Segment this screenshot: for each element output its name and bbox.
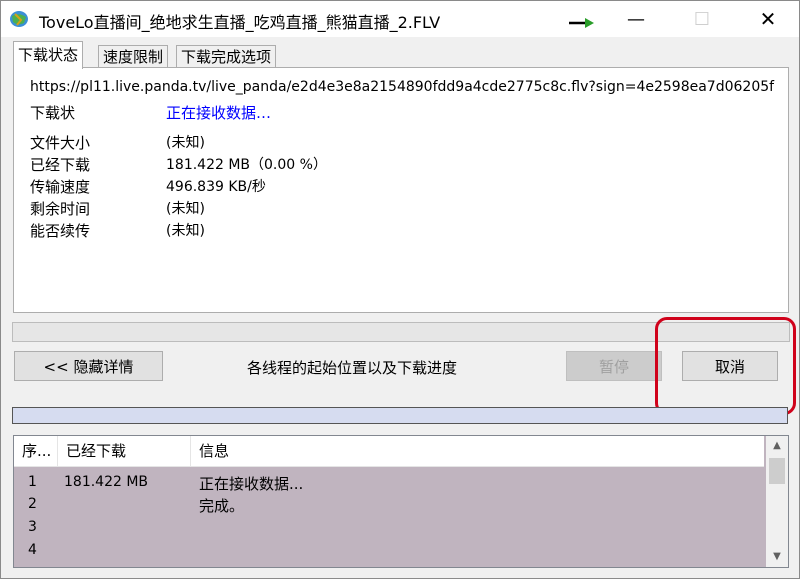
download-dialog: ToveLo直播间_绝地求生直播_吃鸡直播_熊猫直播_2.FLV — ☐ ✕ 下… [0, 0, 800, 579]
filesize-label: 文件大小 [30, 134, 91, 152]
tab-download-status[interactable]: 下载状态 [13, 41, 84, 69]
thread-list[interactable]: 序... 已经下载 信息 1 181.422 MB 正在接收数据... 2 完成… [13, 435, 789, 568]
tab-completion-options[interactable]: 下载完成选项 [176, 45, 277, 68]
row-2-info: 完成。 [199, 497, 245, 515]
downloaded-label: 已经下载 [30, 156, 91, 174]
column-header-downloaded[interactable]: 已经下载 [58, 436, 191, 466]
resumable-label: 能否续传 [30, 222, 91, 240]
speed-label: 传输速度 [30, 178, 91, 196]
title-bar[interactable]: ToveLo直播间_绝地求生直播_吃鸡直播_熊猫直播_2.FLV — ☐ ✕ [1, 1, 799, 37]
scroll-thumb[interactable] [769, 458, 785, 484]
threads-label: 各线程的起始位置以及下载进度 [247, 359, 458, 377]
remaining-value: (未知) [166, 201, 205, 217]
vertical-scrollbar[interactable]: ▲ ▼ [766, 436, 788, 567]
window-title: ToveLo直播间_绝地求生直播_吃鸡直播_熊猫直播_2.FLV [39, 13, 441, 32]
scroll-up-icon[interactable]: ▲ [766, 436, 788, 456]
state-label: 下载状 [30, 104, 76, 122]
download-url: https://pl11.live.panda.tv/live_panda/e2… [30, 79, 775, 95]
row-2-index: 2 [28, 496, 37, 512]
arrow-right-icon [569, 18, 594, 28]
cancel-highlight-annotation [655, 317, 796, 415]
app-globe-icon [10, 11, 28, 27]
thread-list-header: 序... 已经下载 信息 [14, 436, 764, 467]
thread-progress-bar [12, 407, 788, 424]
scroll-down-icon[interactable]: ▼ [766, 547, 788, 567]
pause-button[interactable]: 暂停 [566, 351, 662, 381]
row-1-downloaded: 181.422 MB [64, 474, 149, 490]
state-value: 正在接收数据… [166, 104, 272, 122]
resumable-value: (未知) [166, 223, 205, 239]
close-button[interactable]: ✕ [745, 1, 791, 37]
status-panel: https://pl11.live.panda.tv/live_panda/e2… [13, 67, 789, 313]
column-header-info[interactable]: 信息 [191, 436, 764, 466]
row-1-index: 1 [28, 474, 37, 490]
minimize-button[interactable]: — [613, 1, 659, 37]
tab-speed-limit[interactable]: 速度限制 [98, 45, 169, 68]
column-header-index[interactable]: 序... [14, 436, 58, 466]
speed-value: 496.839 KB/秒 [166, 179, 266, 195]
remaining-label: 剩余时间 [30, 200, 91, 218]
downloaded-value: 181.422 MB（0.00 %） [166, 157, 327, 173]
hide-details-button[interactable]: << 隐藏详情 [14, 351, 163, 381]
row-3-index: 3 [28, 519, 37, 535]
maximize-button[interactable]: ☐ [679, 1, 725, 37]
filesize-value: (未知) [166, 135, 205, 151]
row-1-info: 正在接收数据... [199, 475, 304, 493]
row-4-index: 4 [28, 542, 37, 558]
